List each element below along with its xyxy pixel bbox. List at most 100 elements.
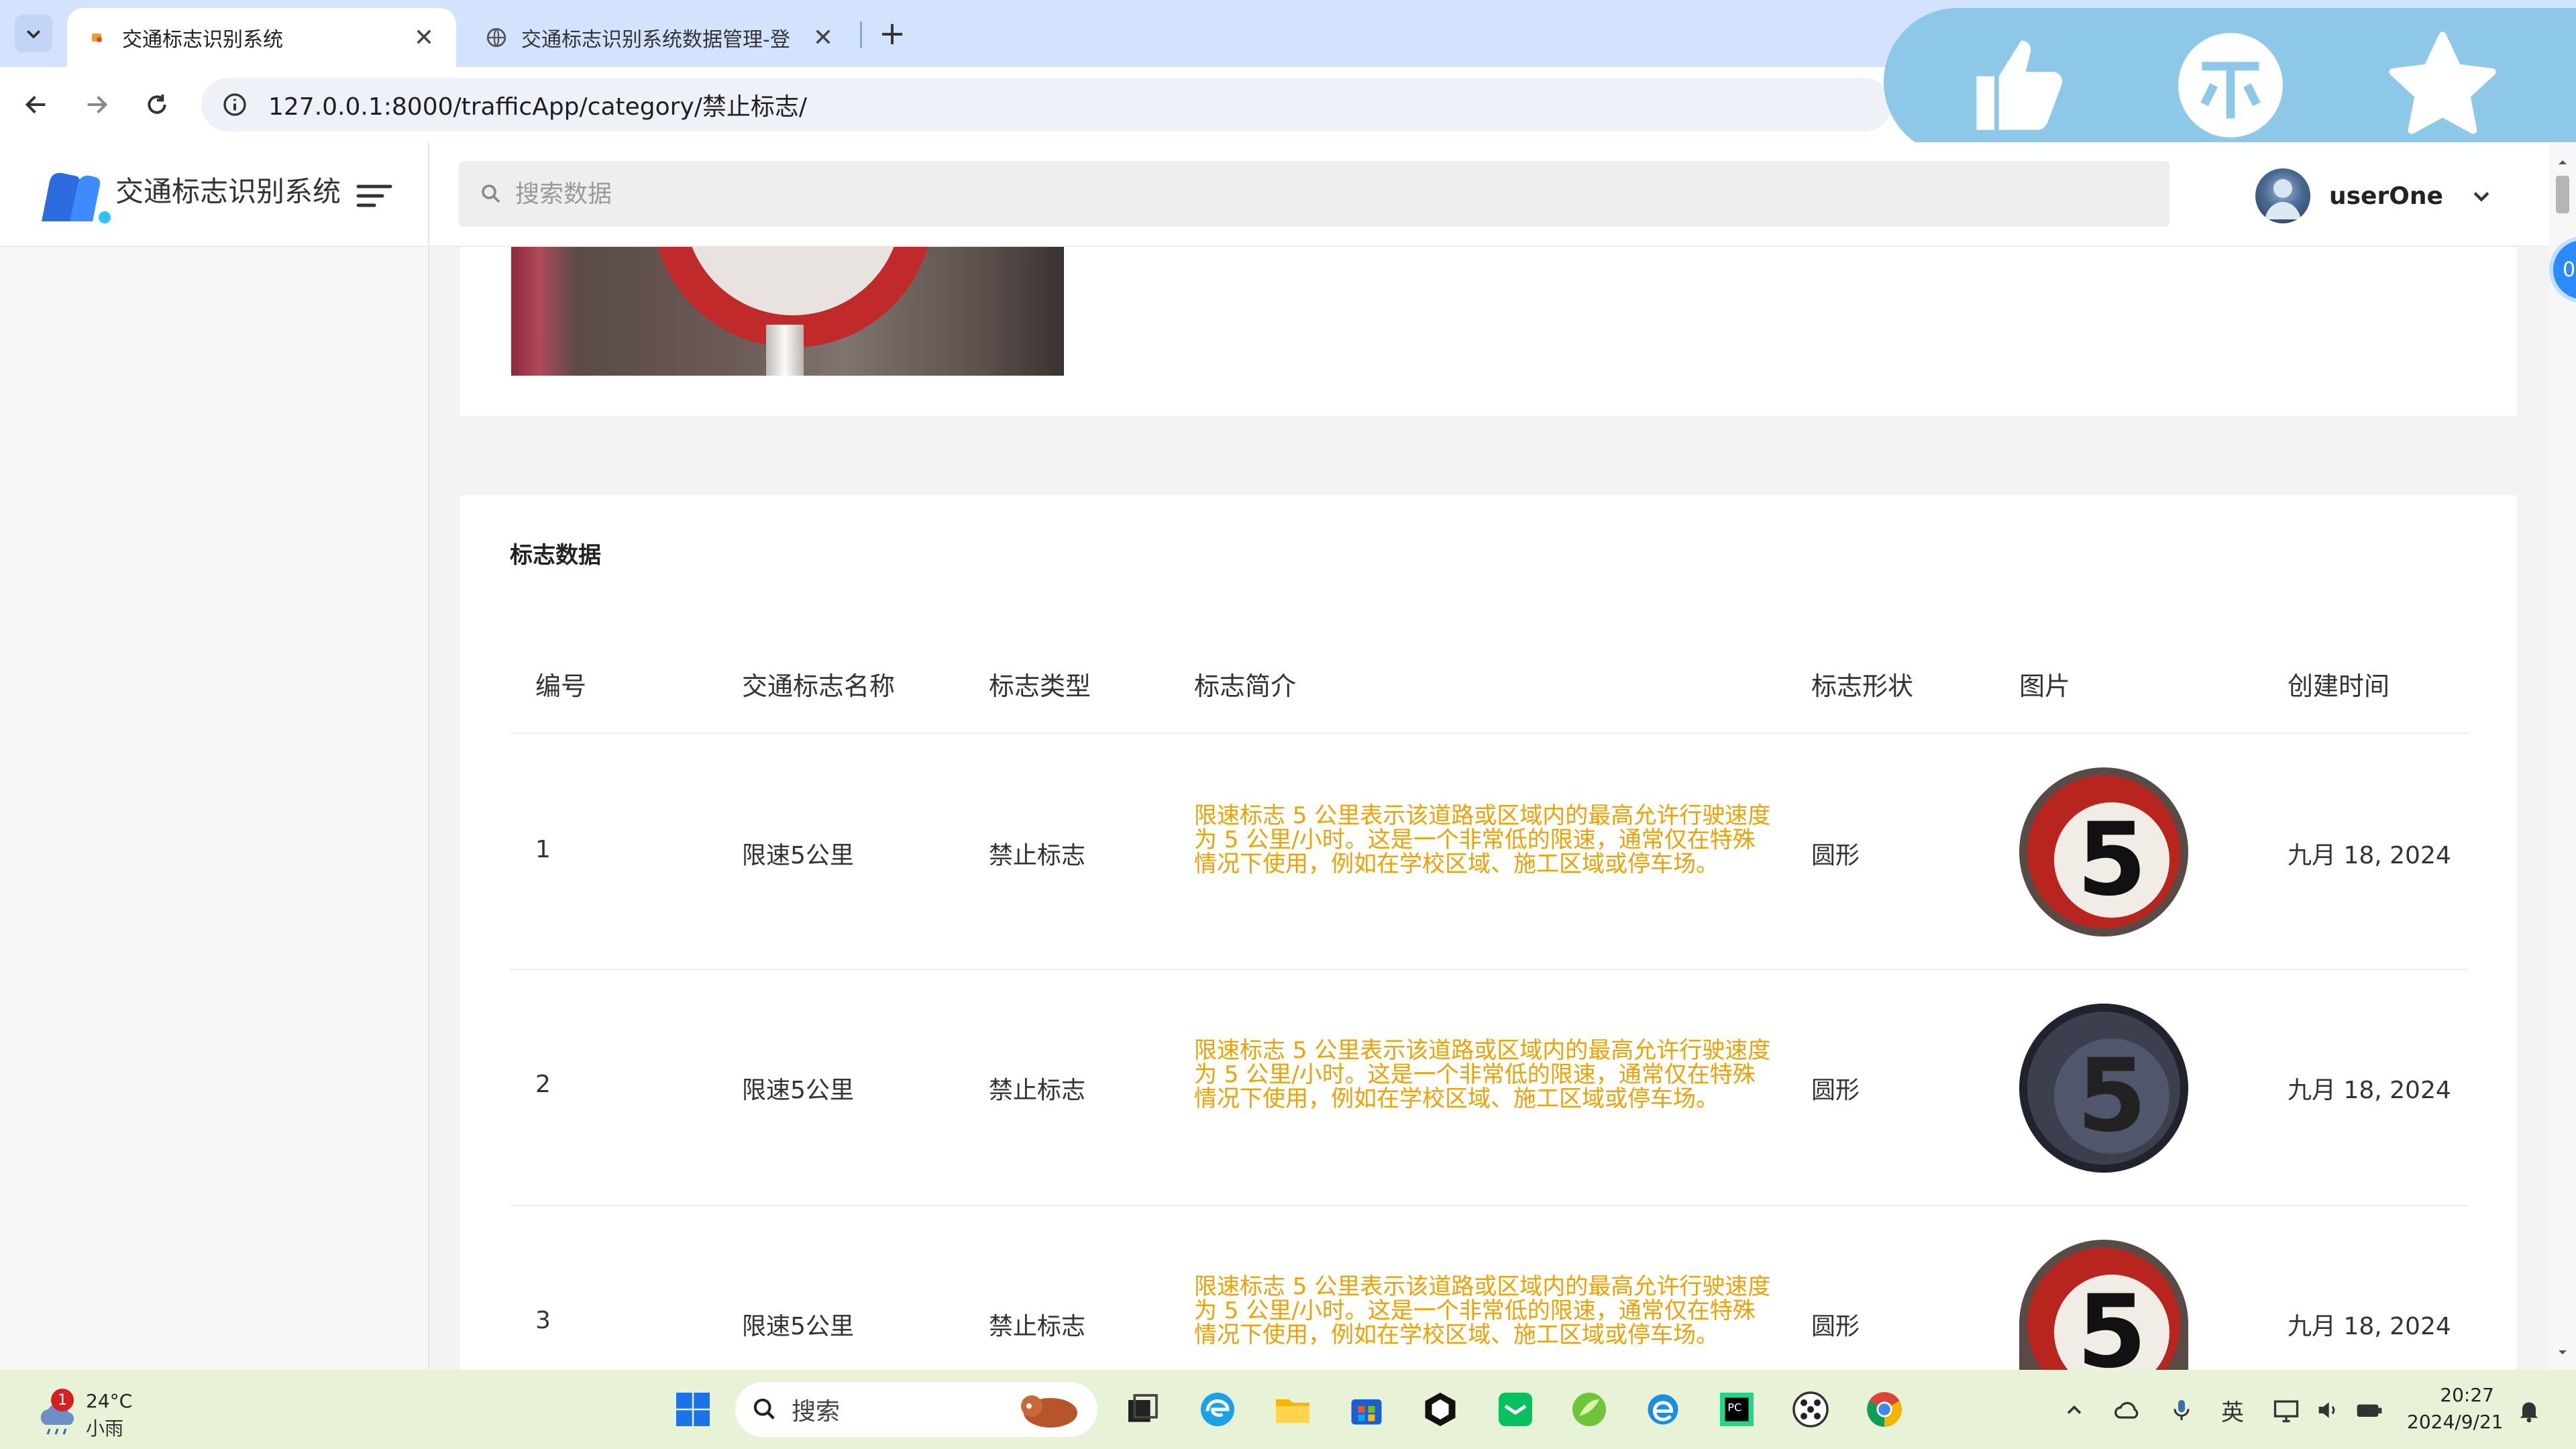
task-view-icon[interactable] — [1120, 1387, 1165, 1432]
tab-data-management[interactable]: 交通标志识别系统数据管理-登 ✕ — [466, 8, 855, 67]
store-icon[interactable] — [1344, 1387, 1389, 1432]
chevron-down-icon — [26, 30, 41, 39]
new-tab-button[interactable]: + — [872, 13, 912, 54]
info-icon[interactable] — [217, 87, 252, 122]
ie-browser-icon[interactable] — [1641, 1387, 1685, 1432]
omnibox[interactable]: 127.0.0.1:8000/trafficApp/category/禁止标志/ — [201, 78, 1892, 131]
header-image: 图片 — [2019, 672, 2071, 701]
forward-button[interactable] — [75, 83, 118, 126]
card-title: 标志数据 — [510, 542, 601, 569]
table-row[interactable]: 1 限速5公里 禁止标志 限速标志 5 公里表示该道路或区域内的最高允许行驶速度… — [510, 734, 2469, 970]
ime-indicator[interactable]: 英 — [2214, 1391, 2251, 1429]
cell-id: 1 — [535, 836, 551, 863]
scroll-down-icon[interactable] — [2555, 1344, 2571, 1360]
search-bar[interactable] — [459, 161, 2169, 227]
cell-created: 九月 18, 2024 — [2288, 1313, 2451, 1340]
search-icon — [753, 1398, 775, 1419]
menu-toggle-button[interactable] — [356, 180, 393, 212]
table-header: 编号 交通标志名称 标志类型 标志简介 标志形状 图片 创建时间 — [510, 639, 2469, 734]
table-row[interactable]: 3 限速5公里 禁止标志 限速标志 5 公里表示该道路或区域内的最高允许行驶速度… — [510, 1206, 2469, 1370]
avatar[interactable] — [2255, 168, 2310, 223]
reload-icon — [148, 95, 166, 114]
cell-name: 限速5公里 — [742, 842, 854, 869]
weather-widget[interactable]: 1 24°C 小雨 — [36, 1381, 157, 1440]
sign-thumbnail[interactable]: 5 — [2019, 767, 2188, 936]
username: userOne — [2329, 182, 2443, 210]
red-panda-icon — [1021, 1395, 1077, 1428]
search-input[interactable] — [515, 180, 2125, 208]
sign-thumbnail[interactable]: 5 — [2019, 1004, 2188, 1173]
favicon-icon — [86, 26, 109, 49]
cloud-icon[interactable] — [2109, 1391, 2147, 1429]
file-explorer-icon[interactable] — [1271, 1387, 1315, 1432]
battery-icon[interactable] — [2351, 1391, 2388, 1429]
tab-title: 交通标志识别系统数据管理-登 — [521, 28, 790, 52]
cell-created: 九月 18, 2024 — [2288, 1077, 2451, 1104]
arrow-left-icon — [25, 95, 46, 114]
volume-icon[interactable] — [2309, 1391, 2347, 1429]
sign-pole — [766, 325, 804, 376]
cell-id: 2 — [535, 1071, 551, 1098]
tab-list-button[interactable] — [15, 15, 52, 52]
taskbar-search-label: 搜索 — [792, 1398, 841, 1426]
thumb-digit: 5 — [2054, 1038, 2169, 1155]
thumbs-up-icon[interactable] — [1964, 28, 2078, 142]
cell-desc: 限速标志 5 公里表示该道路或区域内的最高允许行驶速度为 5 公里/小时。这是一… — [1194, 802, 1771, 877]
thumb-ring: 5 — [2027, 775, 2180, 928]
jetbrains-toolbox-icon[interactable] — [1418, 1387, 1462, 1432]
notification-bell-icon[interactable] — [2510, 1391, 2548, 1429]
clock-date: 2024/9/21 — [2407, 1411, 2504, 1433]
tab-title: 交通标志识别系统 — [122, 28, 283, 52]
globe-icon — [485, 26, 508, 49]
sidebar — [0, 247, 428, 1370]
cell-shape: 圆形 — [1811, 842, 1860, 869]
header-desc: 标志简介 — [1194, 672, 1297, 701]
table-row[interactable]: 2 限速5公里 禁止标志 限速标志 5 公里表示该道路或区域内的最高允许行驶速度… — [510, 970, 2469, 1206]
system-clock[interactable]: 20:27 2024/9/21 — [2407, 1382, 2504, 1436]
green-app-icon[interactable] — [1567, 1387, 1611, 1432]
close-icon[interactable]: ✕ — [411, 24, 437, 52]
sign-thumbnail[interactable]: 5 — [2019, 1240, 2188, 1370]
windows-start-icon[interactable] — [671, 1387, 715, 1432]
floating-action-overlay — [1884, 8, 2576, 156]
cell-name: 限速5公里 — [742, 1313, 854, 1340]
weather-temp: 24°C — [86, 1390, 133, 1412]
wechat-icon[interactable] — [1493, 1387, 1538, 1432]
taskbar: 1 24°C 小雨 搜索 PC 英 20:27 2024/9/21 — [0, 1370, 2576, 1449]
header-created: 创建时间 — [2288, 672, 2390, 701]
sidebar-divider — [428, 142, 429, 1370]
hamburger-icon — [356, 184, 392, 207]
tab-separator — [860, 21, 862, 48]
search-icon — [482, 184, 500, 203]
reload-button[interactable] — [136, 83, 178, 126]
star-icon[interactable] — [2385, 28, 2500, 142]
page-scrollbar[interactable] — [2549, 142, 2576, 1370]
thumb-ring: 5 — [2027, 1248, 2180, 1370]
taskbar-search[interactable]: 搜索 — [735, 1382, 1097, 1437]
thumb-ring: 5 — [2027, 1012, 2180, 1165]
cell-type: 禁止标志 — [989, 1077, 1086, 1104]
tray-expand-icon[interactable] — [2055, 1391, 2093, 1429]
weather-badge: 1 — [51, 1389, 74, 1411]
cell-name: 限速5公里 — [742, 1077, 854, 1104]
scroll-up-icon[interactable] — [2555, 154, 2571, 170]
user-menu[interactable]: userOne — [2255, 168, 2493, 224]
app-header: 交通标志识别系统 userOne — [0, 142, 2576, 247]
pycharm-icon[interactable]: PC — [1715, 1387, 1759, 1432]
cell-desc: 限速标志 5 公里表示该道路或区域内的最高允许行驶速度为 5 公里/小时。这是一… — [1194, 1037, 1771, 1112]
edge-browser-icon[interactable] — [1195, 1387, 1240, 1432]
tab-traffic-system[interactable]: 交通标志识别系统 ✕ — [67, 8, 456, 67]
header-shape: 标志形状 — [1811, 672, 1914, 701]
close-icon[interactable]: ✕ — [810, 24, 837, 52]
sign-data-card: 标志数据 编号 交通标志名称 标志类型 标志简介 标志形状 图片 创建时间 1 … — [460, 495, 2517, 1370]
scrollbar-thumb[interactable] — [2556, 176, 2569, 213]
coin-icon[interactable] — [2174, 28, 2288, 142]
network-icon[interactable] — [2267, 1391, 2305, 1429]
game-app-icon[interactable] — [1788, 1387, 1833, 1432]
chevron-down-icon[interactable] — [2470, 184, 2493, 207]
back-button[interactable] — [15, 83, 58, 126]
sign-image-card — [460, 247, 2517, 416]
chrome-icon[interactable] — [1862, 1387, 1907, 1432]
microphone-icon[interactable] — [2163, 1391, 2200, 1429]
cell-shape: 圆形 — [1811, 1077, 1860, 1104]
